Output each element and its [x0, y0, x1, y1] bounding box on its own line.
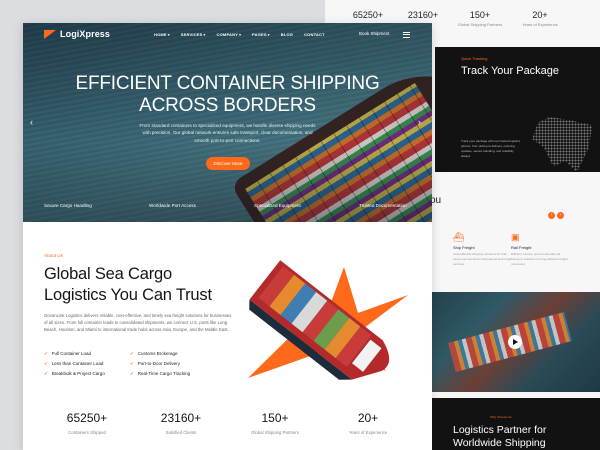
chevron-down-icon: ▾	[167, 32, 170, 37]
hero-subtitle: From standard containers to specialized …	[139, 123, 316, 143]
service-text: Cost-effective shipping solutions for bu…	[453, 252, 512, 266]
stat-label: Containers Shipped	[68, 430, 106, 435]
why-choose-section: Why Choose Us Logistics Partner for Worl…	[430, 398, 600, 450]
main-page: LogiXpress HOME▾ SERVICES▾ COMPANY▾ PAGE…	[23, 23, 432, 450]
hamburger-icon[interactable]	[403, 32, 410, 39]
check-item: ✓ Port-to-Door Delivery	[130, 361, 180, 367]
check-icon: ✓	[44, 361, 48, 366]
check-label: Breakbulk & Project Cargo	[51, 371, 105, 376]
stat-value: 20+	[357, 411, 379, 425]
nav-item-services[interactable]: SERVICES▾	[181, 32, 206, 37]
chevron-down-icon: ▾	[267, 32, 270, 37]
stat-label: Satisfied Clients	[165, 430, 197, 435]
chevron-right-icon[interactable]: ›	[418, 117, 421, 127]
check-item: ✓ Less than Container Load	[44, 361, 103, 367]
nav-label: SERVICES	[180, 31, 203, 37]
check-item: ✓ Real-Time Cargo Tracking	[130, 371, 190, 377]
hero-feature: Worldwide Port Access	[149, 203, 196, 208]
chevron-left-icon[interactable]: ‹	[30, 117, 33, 127]
ship-icon: ⛴	[453, 232, 465, 242]
main-menu: HOME▾ SERVICES▾ COMPANY▾ PAGES▾ BLOG CON…	[154, 32, 336, 37]
chevron-down-icon: ▾	[239, 32, 242, 37]
stat-label: Years of Experience	[348, 430, 388, 435]
hero-feature: Secure Cargo Handling	[44, 203, 92, 208]
check-label: Port-to-Door Delivery	[137, 361, 181, 366]
check-icon: ✓	[130, 371, 134, 376]
stat-item: 20+ Years of Experience	[323, 411, 413, 435]
hero-title-line: EFFICIENT CONTAINER SHIPPING	[75, 73, 380, 94]
about-paragraph: OceanLink Logistics delivers reliable, c…	[44, 313, 232, 333]
stat-item: 150+ Global Shipping Partners	[230, 411, 320, 435]
nav-label: BLOG	[280, 31, 294, 37]
about-tag: About Us	[44, 253, 63, 258]
arrow-left-icon[interactable]: ‹	[548, 212, 555, 219]
back-stat-label: Years of Experience	[522, 22, 558, 27]
hero-title-line: ACROSS BORDERS	[139, 95, 316, 116]
slider-arrows: ‹ ›	[546, 203, 564, 221]
nav-item-blog[interactable]: BLOG	[281, 32, 293, 37]
nav-label: CONTACT	[304, 31, 325, 37]
check-label: Full Container Load	[51, 351, 92, 356]
discover-more-button[interactable]: Discover More	[206, 157, 250, 170]
stats-row: 65250+ Containers Shipped 23160+ Satisfi…	[23, 411, 432, 450]
world-map-dots	[532, 117, 592, 172]
nav-label: COMPANY	[216, 31, 239, 37]
service-card-ship[interactable]: ⛴ Ship Freight Cost-effective shipping s…	[453, 232, 513, 267]
nav-item-pages[interactable]: PAGES▾	[252, 32, 270, 37]
stat-value: 150+	[261, 411, 289, 425]
service-title: Rail Freight	[511, 245, 532, 250]
track-package-section: Quick Tracking Track Your Package Track …	[435, 47, 600, 172]
check-label: Real-Time Cargo Tracking	[137, 371, 191, 376]
check-icon: ✓	[130, 351, 134, 356]
check-item: ✓ Full Container Load	[44, 351, 91, 357]
nav-item-home[interactable]: HOME▾	[154, 32, 170, 37]
check-item: ✓ Customs Brokerage	[130, 351, 178, 357]
check-icon: ✓	[44, 351, 48, 356]
train-icon: ▣	[511, 232, 520, 242]
nav-label: HOME	[154, 31, 167, 37]
top-navigation: LogiXpress HOME▾ SERVICES▾ COMPANY▾ PAGE…	[23, 23, 432, 45]
track-text: Track your package with our trusted logi…	[461, 139, 521, 158]
track-tag: Quick Tracking	[461, 56, 488, 61]
stat-value: 65250+	[66, 411, 108, 425]
play-icon[interactable]	[508, 335, 522, 349]
why-tag: Why Choose Us	[490, 415, 512, 419]
nav-item-contact[interactable]: CONTACT	[304, 32, 325, 37]
logo-text: LogiXpress	[60, 29, 111, 39]
hero-section: LogiXpress HOME▾ SERVICES▾ COMPANY▾ PAGE…	[23, 23, 432, 222]
nav-item-company[interactable]: COMPANY▾	[217, 32, 242, 37]
track-title: Track Your Package	[461, 65, 560, 77]
hero-feature: Trusted Documentation	[359, 203, 407, 208]
back-stat-value: 20+	[532, 10, 548, 20]
service-text: Efficient, secure, and eco-friendly rail…	[511, 252, 568, 266]
chevron-down-icon: ▾	[203, 32, 206, 37]
video-thumbnail[interactable]	[430, 292, 600, 392]
back-stat: 20+ Years of Experience	[505, 10, 575, 27]
check-label: Less than Container Load	[51, 361, 104, 366]
ship-illustration	[248, 260, 408, 380]
hero-title: EFFICIENT CONTAINER SHIPPING ACROSS BORD…	[53, 73, 402, 117]
check-item: ✓ Breakbulk & Project Cargo	[44, 371, 105, 377]
about-title: Global Sea Cargo Logistics You Can Trust	[44, 265, 212, 304]
stat-value: 23160+	[160, 411, 202, 425]
nav-label: PAGES	[252, 31, 267, 37]
why-title: Logistics Partner for Worldwide Shipping	[453, 424, 547, 449]
check-icon: ✓	[44, 371, 48, 376]
logo[interactable]: LogiXpress	[44, 29, 110, 39]
stat-item: 65250+ Containers Shipped	[42, 411, 132, 435]
about-ship-image	[230, 253, 415, 383]
logo-arrow-icon	[44, 29, 56, 39]
arrow-right-icon[interactable]: ›	[557, 212, 564, 219]
stat-item: 23160+ Satisfied Clients	[136, 411, 226, 435]
service-card-rail[interactable]: ▣ Rail Freight Efficient, secure, and ec…	[511, 232, 571, 267]
service-title: Ship Freight	[453, 245, 475, 250]
check-icon: ✓	[130, 361, 134, 366]
stat-label: Global Shipping Partners	[251, 430, 299, 435]
check-label: Customs Brokerage	[137, 351, 178, 356]
book-shipment-button[interactable]: Book Shipment	[359, 31, 390, 36]
hero-feature: Specialized Equipment	[254, 203, 301, 208]
